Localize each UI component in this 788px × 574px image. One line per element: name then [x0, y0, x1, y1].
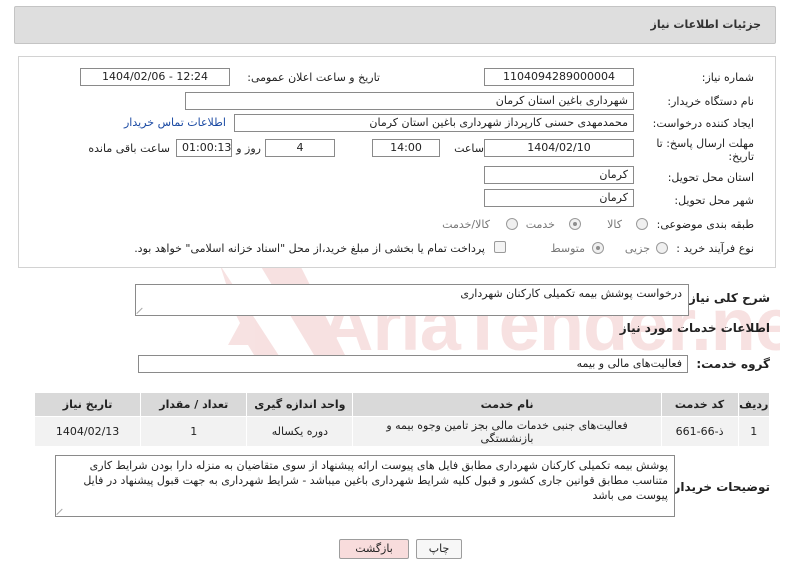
deadline-time-label: ساعت	[454, 142, 484, 155]
announce-datetime-label: تاریخ و ساعت اعلان عمومی:	[247, 71, 380, 84]
cell-unit: دوره یکساله	[246, 416, 354, 447]
subject-category-label: طبقه بندی موضوعی:	[656, 218, 754, 231]
need-summary-textarea[interactable]: درخواست پوشش بیمه تکمیلی کارکنان شهرداری	[135, 284, 689, 316]
process-minor-option: جزیی	[624, 242, 650, 255]
category-service-option: خدمت	[525, 218, 555, 231]
cell-service-code: ذ-66-661	[660, 416, 739, 447]
page-title: جزئیات اطلاعات نیاز	[650, 18, 762, 31]
request-creator-field[interactable]: محمدمهدی حسنی کارپرداز شهرداری باغین است…	[234, 114, 634, 132]
service-group-label: گروه خدمت:	[696, 357, 770, 371]
buyer-notes-label: توضیحات خریدار:	[668, 480, 770, 494]
resize-handle-icon[interactable]	[57, 508, 64, 515]
service-group-field[interactable]: فعالیت‌های مالی و بیمه	[138, 355, 688, 373]
announce-datetime-field[interactable]: 1404/02/06 - 12:24	[80, 68, 230, 86]
deadline-time-field[interactable]: 14:00	[372, 139, 440, 157]
remaining-time-field[interactable]: 01:00:13	[176, 139, 232, 157]
col-row: ردیف	[737, 392, 771, 417]
process-minor-radio[interactable]	[656, 242, 668, 254]
col-service-name: نام خدمت	[352, 392, 662, 417]
table-row: 1 ذ-66-661 فعالیت‌های جنبی خدمات مالی بج…	[33, 416, 771, 447]
col-need-date: تاریخ نیاز	[33, 392, 142, 417]
process-medium-option: متوسط	[550, 242, 585, 255]
category-goods-radio[interactable]	[636, 218, 648, 230]
cell-quantity: 1	[140, 416, 248, 447]
need-number-label: شماره نیاز:	[701, 71, 754, 84]
delivery-city-field[interactable]: کرمان	[484, 189, 634, 207]
days-label: روز و	[236, 142, 261, 155]
cell-need-date: 1404/02/13	[33, 416, 142, 447]
process-medium-radio[interactable]	[592, 242, 604, 254]
deadline-label: مهلت ارسال پاسخ: تا تاریخ:	[656, 137, 754, 163]
deadline-date-field[interactable]: 1404/02/10	[484, 139, 634, 157]
cell-service-name: فعالیت‌های جنبی خدمات مالی بجز تامین وجو…	[352, 416, 662, 447]
services-section-title: اطلاعات خدمات مورد نیاز	[619, 321, 770, 335]
category-goods-service-option: کالا/خدمت	[442, 218, 490, 231]
delivery-province-label: استان محل تحویل:	[667, 171, 754, 184]
need-summary-label: شرح کلی نیاز:	[684, 291, 770, 305]
cell-row: 1	[737, 416, 771, 447]
buyer-notes-text: پوشش بیمه تکمیلی کارکنان شهرداری مطابق ف…	[83, 459, 668, 502]
need-summary-text: درخواست پوشش بیمه تکمیلی کارکنان شهرداری	[460, 287, 682, 300]
category-goods-option: کالا	[607, 218, 622, 231]
treasury-payment-checkbox[interactable]	[494, 241, 506, 253]
back-button[interactable]: بازگشت	[339, 539, 409, 559]
category-service-radio[interactable]	[569, 218, 581, 230]
delivery-province-field[interactable]: کرمان	[484, 166, 634, 184]
print-button[interactable]: چاپ	[416, 539, 462, 559]
buyer-org-field[interactable]: شهرداری باغین استان کرمان	[185, 92, 634, 110]
buyer-notes-textarea[interactable]: پوشش بیمه تکمیلی کارکنان شهرداری مطابق ف…	[55, 455, 675, 517]
process-type-label: نوع فرآیند خرید :	[676, 242, 754, 255]
remaining-days-field[interactable]: 4	[265, 139, 335, 157]
resize-handle-icon[interactable]	[137, 307, 144, 314]
buyer-org-label: نام دستگاه خریدار:	[667, 95, 754, 108]
treasury-payment-note: پرداخت تمام یا بخشی از مبلغ خرید،از محل …	[134, 242, 485, 255]
services-table: ردیف کد خدمت نام خدمت واحد اندازه گیری ت…	[33, 392, 771, 447]
col-quantity: تعداد / مقدار	[140, 392, 248, 417]
request-creator-label: ایجاد کننده درخواست:	[652, 117, 754, 130]
need-number-field[interactable]: 1104094289000004	[484, 68, 634, 86]
delivery-city-label: شهر محل تحویل:	[674, 194, 754, 207]
category-goods-service-radio[interactable]	[506, 218, 518, 230]
col-unit: واحد اندازه گیری	[246, 392, 354, 417]
remaining-time-label: ساعت باقی مانده	[88, 142, 170, 155]
buyer-contact-link[interactable]: اطلاعات تماس خریدار	[124, 116, 226, 129]
col-service-code: کد خدمت	[660, 392, 739, 417]
page-header: جزئیات اطلاعات نیاز	[14, 6, 776, 44]
